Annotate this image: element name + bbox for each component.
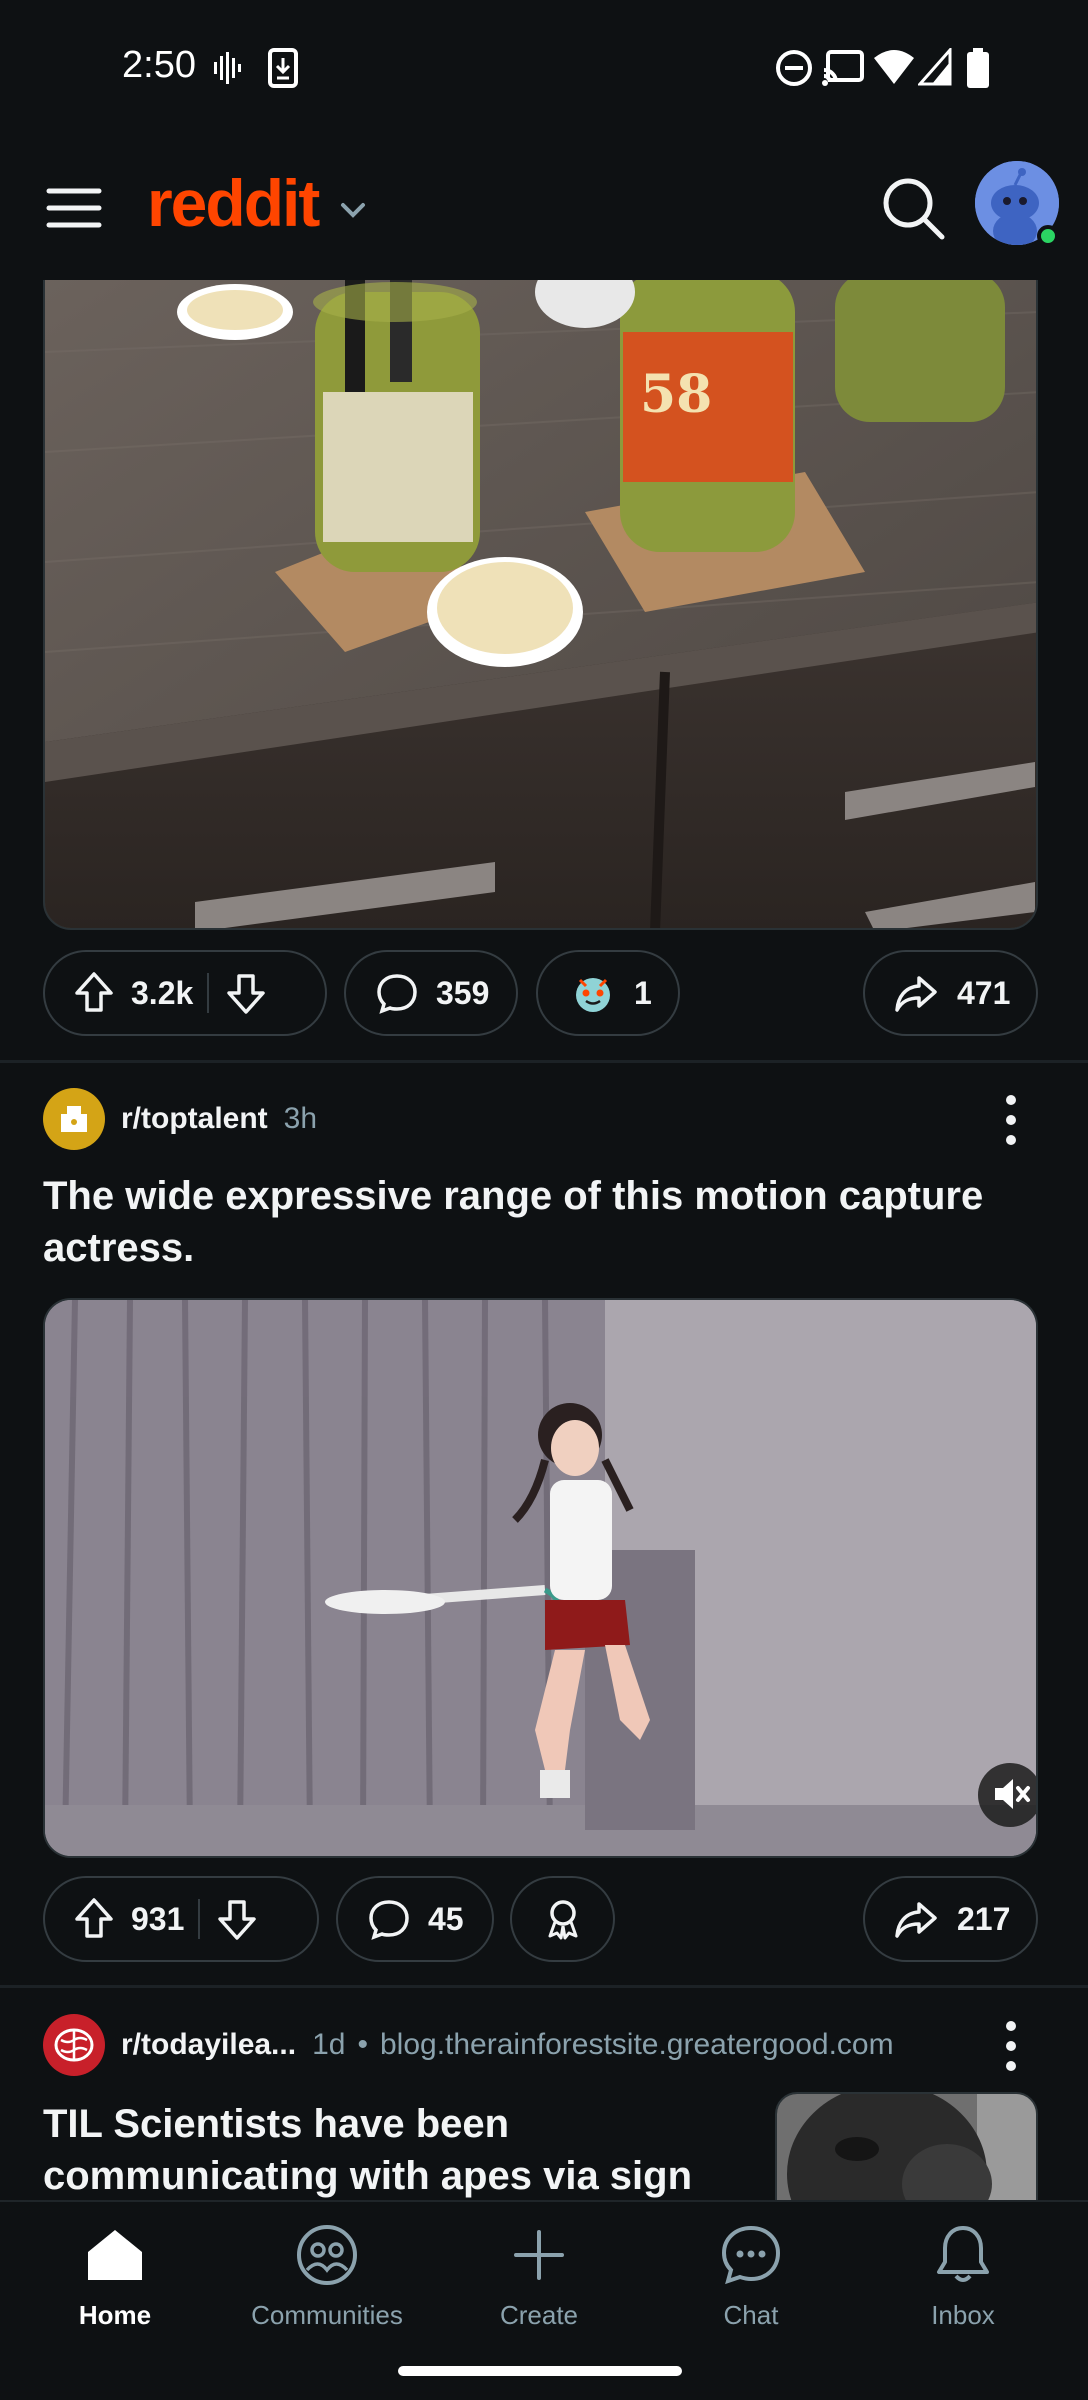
vote-bar: 931 — [43, 1876, 319, 1962]
nav-label: Home — [78, 2300, 152, 2330]
nav-inbox[interactable]: Inbox — [878, 2220, 1048, 2331]
nav-label: Chat — [723, 2300, 779, 2330]
link-thumbnail[interactable] — [775, 2092, 1038, 2200]
reddit-logo[interactable]: reddit — [147, 165, 320, 241]
battery-icon — [967, 48, 989, 88]
post-age: 1d — [312, 2028, 346, 2061]
share-button[interactable]: 471 — [863, 950, 1038, 1036]
share-icon — [895, 976, 937, 1012]
signal-icon — [918, 48, 952, 86]
award-count: 1 — [634, 974, 652, 1011]
chevron-down-icon[interactable] — [338, 195, 368, 225]
post-image[interactable]: 58 — [43, 280, 1038, 930]
post-meta: r/toptalent 3h — [43, 1088, 317, 1150]
subreddit-icon[interactable] — [43, 2014, 105, 2076]
dancer-video-frame — [45, 1300, 1036, 1856]
downvote-icon[interactable] — [223, 970, 269, 1016]
subreddit-icon[interactable] — [43, 1088, 105, 1150]
app-header: reddit — [0, 135, 1088, 280]
award-snoo-icon — [576, 978, 610, 1012]
more-options-icon[interactable] — [996, 1090, 1026, 1150]
gesture-bar[interactable] — [398, 2366, 682, 2376]
home-icon — [88, 2230, 142, 2280]
vote-divider — [207, 973, 210, 1013]
download-icon — [268, 48, 298, 88]
search-icon[interactable] — [880, 175, 946, 241]
post-title[interactable]: TIL Scientists have been communicating w… — [43, 2098, 743, 2200]
post-divider — [0, 1985, 1088, 1988]
award-button[interactable]: 1 — [536, 950, 680, 1036]
comment-count: 45 — [428, 1900, 464, 1937]
comment-icon — [377, 974, 417, 1014]
share-button[interactable]: 217 — [863, 1876, 1038, 1962]
meta-separator: • — [357, 2028, 368, 2061]
vote-divider — [198, 1899, 201, 1939]
post-age: 3h — [283, 1102, 318, 1135]
mute-icon[interactable] — [987, 1770, 1035, 1818]
post-meta: r/todayilea... 1d • blog.therainforestsi… — [43, 2014, 894, 2076]
nav-label: Create — [499, 2300, 579, 2330]
comment-icon — [369, 1900, 409, 1940]
upvote-icon[interactable] — [71, 1896, 117, 1942]
communities-icon — [297, 2225, 357, 2285]
nav-create[interactable]: Create — [454, 2220, 624, 2331]
nav-label: Inbox — [931, 2300, 995, 2330]
reddit-app: 2:50 reddit 58 3.2k 359 1 471 r/toptalen… — [0, 0, 1088, 2400]
status-time: 2:50 — [122, 44, 196, 86]
plus-icon — [514, 2230, 564, 2280]
nav-home[interactable]: Home — [30, 2220, 200, 2331]
share-count: 471 — [957, 974, 1011, 1011]
comment-count: 359 — [436, 974, 490, 1011]
cast-icon — [822, 50, 864, 86]
dnd-icon — [776, 50, 812, 86]
link-domain[interactable]: blog.therainforestsite.greatergood.com — [380, 2028, 894, 2062]
post-title[interactable]: The wide expressive range of this motion… — [43, 1170, 1043, 1274]
nav-communities[interactable]: Communities — [242, 2220, 412, 2331]
vote-bar: 3.2k — [43, 950, 327, 1036]
ape-thumbnail — [777, 2094, 1036, 2200]
award-icon — [548, 1900, 578, 1940]
menu-icon[interactable] — [44, 183, 104, 233]
share-icon — [895, 1902, 937, 1938]
share-count: 217 — [957, 1900, 1011, 1937]
upvote-icon[interactable] — [71, 970, 117, 1016]
pickle-jars-photo: 58 — [45, 280, 1036, 928]
bell-icon — [937, 2226, 989, 2282]
upvote-count: 3.2k — [131, 974, 194, 1011]
voicemail-icon — [214, 52, 241, 84]
svg-text:58: 58 — [640, 364, 712, 425]
upvote-count: 931 — [131, 1900, 185, 1937]
subreddit-name[interactable]: r/todayilea... — [121, 2028, 296, 2062]
comments-button[interactable]: 359 — [344, 950, 518, 1036]
more-options-icon[interactable] — [996, 2016, 1026, 2076]
feed[interactable]: 58 3.2k 359 1 471 r/toptalent 3h The wid… — [0, 280, 1088, 2200]
nav-chat[interactable]: Chat — [666, 2220, 836, 2331]
post-divider — [0, 1060, 1088, 1063]
online-status-dot — [1037, 225, 1059, 247]
status-bar: 2:50 — [0, 0, 1088, 135]
downvote-icon[interactable] — [214, 1896, 260, 1942]
post-video[interactable] — [43, 1298, 1038, 1858]
nav-label: Communities — [251, 2300, 403, 2330]
chat-icon — [721, 2225, 781, 2285]
award-button[interactable] — [510, 1876, 615, 1962]
subreddit-name[interactable]: r/toptalent — [121, 1102, 268, 1136]
comments-button[interactable]: 45 — [336, 1876, 494, 1962]
wifi-icon — [874, 50, 914, 84]
